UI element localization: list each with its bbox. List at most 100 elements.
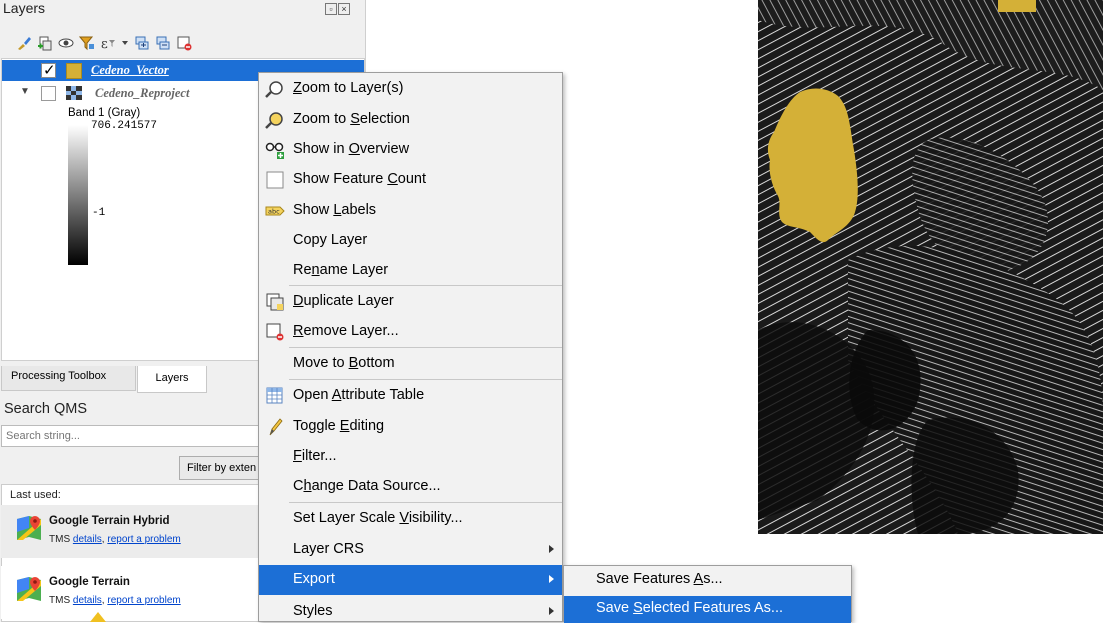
menu-item-label: Save Selected Features As...: [596, 600, 784, 616]
menu-item-show-feature-count[interactable]: Show Feature Count: [259, 165, 562, 195]
menu-item-filter[interactable]: Filter...: [259, 442, 562, 472]
attribute-table-icon: [266, 387, 283, 404]
layer-visibility-checkbox[interactable]: [41, 86, 56, 101]
qms-title: Search QMS: [4, 401, 87, 417]
menu-item-label: Copy Layer: [293, 232, 368, 248]
filter-legend-icon[interactable]: [79, 35, 95, 51]
report-problem-link[interactable]: report a problem: [107, 595, 180, 606]
google-maps-icon: [17, 516, 41, 540]
filter-by-extent-button[interactable]: Filter by exten: [179, 456, 263, 480]
layers-toolbar: ε: [16, 33, 192, 53]
menu-item-toggle-editing[interactable]: Toggle Editing: [259, 412, 562, 442]
service-type: TMS: [49, 595, 71, 606]
raster-layer-icon: [66, 86, 82, 100]
duplicate-layer-icon: [266, 293, 284, 311]
menu-item-layer-crs[interactable]: Layer CRS: [259, 535, 562, 565]
menu-separator: [289, 502, 562, 503]
menu-item-show-labels[interactable]: abc Show Labels: [259, 196, 562, 226]
menu-item-label: Move to Bottom: [293, 355, 395, 371]
menu-item-label: Set Layer Scale Visibility...: [293, 510, 463, 526]
svg-text:ε: ε: [101, 37, 108, 51]
menu-item-move-to-bottom[interactable]: Move to Bottom: [259, 349, 562, 379]
details-link[interactable]: details: [73, 595, 102, 606]
layer-context-menu: Zoom to Layer(s) Zoom to Selection Show …: [258, 72, 563, 622]
filter-expression-icon[interactable]: ε: [100, 35, 116, 51]
close-panel-icon[interactable]: ×: [338, 3, 350, 15]
menu-item-set-layer-scale-visibility[interactable]: Set Layer Scale Visibility...: [259, 504, 562, 534]
band-label: Band 1 (Gray): [68, 107, 141, 119]
polygon-symbol-icon: [66, 63, 82, 79]
grayscale-ramp: [68, 125, 88, 265]
menu-separator: [289, 347, 562, 348]
layer-name: Cedeno_Vector: [91, 63, 169, 77]
menu-item-zoom-to-layers[interactable]: Zoom to Layer(s): [259, 74, 562, 104]
menu-item-save-selected-features-as[interactable]: Save Selected Features As...: [564, 596, 851, 623]
collapse-triangle-icon[interactable]: ▼: [20, 86, 30, 97]
menu-item-save-features-as[interactable]: Save Features As...: [564, 567, 851, 594]
details-link[interactable]: details: [73, 534, 102, 545]
menu-item-label: Duplicate Layer: [293, 293, 394, 309]
menu-item-label: Layer CRS: [293, 541, 364, 557]
layer-visibility-checkbox[interactable]: [41, 61, 56, 79]
ramp-max-value: 706.241577: [91, 120, 158, 132]
list-item[interactable]: Google Terrain Hybrid TMS details, repor…: [1, 505, 263, 558]
service-name: Google Terrain Hybrid: [49, 515, 170, 527]
map-canvas[interactable]: [758, 0, 1103, 534]
menu-item-label: Open Attribute Table: [293, 387, 425, 403]
service-meta: TMS details, report a problem: [49, 595, 181, 606]
zoom-to-layer-icon: [265, 81, 283, 98]
remove-layer-icon[interactable]: [176, 35, 192, 51]
menu-item-show-in-overview[interactable]: Show in Overview: [259, 135, 562, 165]
menu-item-zoom-to-selection[interactable]: Zoom to Selection: [259, 105, 562, 135]
float-panel-icon[interactable]: ▫: [325, 3, 337, 15]
menu-item-open-attribute-table[interactable]: Open Attribute Table: [259, 381, 562, 411]
add-group-icon[interactable]: [37, 35, 53, 51]
report-problem-link[interactable]: report a problem: [107, 534, 180, 545]
labels-abc-icon: abc: [265, 206, 285, 216]
layer-name: Cedeno_Reproject: [95, 86, 190, 100]
menu-item-label: Show Feature Count: [293, 171, 427, 187]
export-submenu: Save Features As... Save Selected Featur…: [563, 565, 852, 623]
qms-search-input[interactable]: [1, 425, 263, 447]
layers-panel-title: Layers: [3, 0, 46, 16]
style-brush-icon[interactable]: [16, 35, 32, 51]
checkbox-icon: [266, 171, 284, 189]
pencil-icon: [269, 418, 283, 436]
menu-item-label: Remove Layer...: [293, 323, 399, 339]
service-type: TMS: [49, 534, 71, 545]
remove-layer-icon: [266, 323, 284, 341]
chevron-down-icon[interactable]: [121, 35, 129, 51]
submenu-arrow-icon: [549, 575, 554, 583]
menu-item-copy-layer[interactable]: Copy Layer: [259, 226, 562, 256]
list-item[interactable]: Google Terrain TMS details, report a pro…: [1, 566, 263, 619]
menu-item-remove-layer[interactable]: Remove Layer...: [259, 317, 562, 347]
menu-item-rename-layer[interactable]: Rename Layer: [259, 256, 562, 286]
zoom-to-selection-icon: [265, 112, 283, 129]
menu-item-label: Filter...: [293, 448, 337, 464]
panel-controls: ▫ ×: [325, 1, 351, 15]
menu-item-label: Show Labels: [293, 202, 377, 218]
tab-layers[interactable]: Layers: [137, 366, 207, 393]
expand-all-icon[interactable]: [134, 35, 150, 51]
overview-glasses-icon: [265, 142, 284, 159]
menu-item-label: Show in Overview: [293, 141, 410, 157]
menu-item-change-data-source[interactable]: Change Data Source...: [259, 472, 562, 502]
menu-item-label: Change Data Source...: [293, 478, 441, 494]
collapse-all-icon[interactable]: [155, 35, 171, 51]
menu-separator: [289, 285, 562, 286]
svg-text:abc: abc: [268, 208, 280, 216]
ramp-min-value: -1: [92, 207, 106, 219]
google-maps-icon: [17, 577, 41, 601]
menu-separator: [289, 379, 562, 380]
menu-item-label: Zoom to Layer(s): [293, 80, 404, 96]
warning-icon: [90, 612, 106, 622]
tab-processing-toolbox[interactable]: Processing Toolbox: [1, 366, 136, 391]
menu-item-label: Styles: [293, 603, 333, 619]
menu-item-duplicate-layer[interactable]: Duplicate Layer: [259, 287, 562, 317]
service-meta: TMS details, report a problem: [49, 534, 181, 545]
menu-item-styles[interactable]: Styles: [259, 597, 562, 621]
manage-visibility-icon[interactable]: [58, 35, 74, 51]
menu-item-label: Save Features As...: [596, 571, 723, 587]
last-used-label: Last used:: [10, 489, 61, 501]
menu-item-export[interactable]: Export: [259, 565, 562, 595]
